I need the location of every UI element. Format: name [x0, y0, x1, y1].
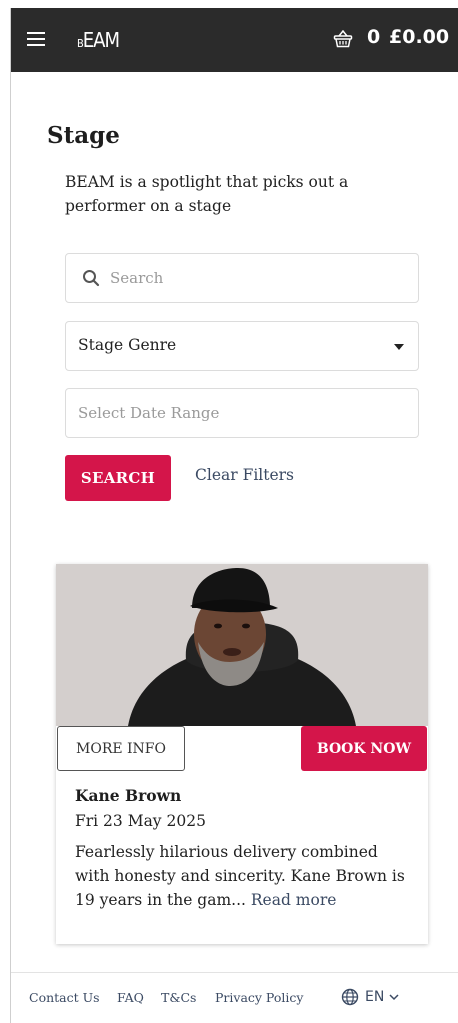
performer-name: Kane Brown [75, 786, 182, 805]
footer-divider [11, 972, 458, 973]
footer-link-privacy[interactable]: Privacy Policy [215, 990, 303, 1005]
book-now-button[interactable]: BOOK NOW [301, 726, 427, 771]
caret-down-icon [394, 344, 404, 350]
read-more-link[interactable]: Read more [251, 891, 337, 909]
search-icon [83, 270, 100, 287]
date-range-field[interactable] [65, 388, 419, 438]
more-info-button[interactable]: MORE INFO [57, 726, 185, 771]
footer-link-contact[interactable]: Contact Us [29, 990, 100, 1005]
language-selector[interactable]: EN [365, 989, 384, 1005]
stage-genre-select[interactable]: Stage Genre [65, 321, 419, 371]
footer-link-faq[interactable]: FAQ [117, 990, 144, 1005]
page-intro: BEAM is a spotlight that picks out a per… [65, 173, 349, 215]
search-input[interactable] [110, 266, 400, 290]
clear-filters-link[interactable]: Clear Filters [195, 466, 294, 484]
search-button[interactable]: SEARCH [65, 455, 171, 501]
event-card: MORE INFO BOOK NOW Kane Brown Fri 23 May… [56, 564, 428, 944]
app-frame: BEAM 0 £0.00 Stage BEAM is a spotlight t… [10, 8, 458, 1023]
basket-icon[interactable] [333, 30, 353, 48]
footer-link-tcs[interactable]: T&Cs [161, 990, 196, 1005]
search-field[interactable] [65, 253, 419, 303]
hamburger-menu-icon[interactable] [27, 32, 45, 46]
performer-image[interactable] [56, 564, 428, 726]
chevron-down-icon[interactable] [389, 993, 399, 1001]
page-title: Stage [47, 122, 120, 149]
globe-icon[interactable] [341, 988, 359, 1006]
cart-total[interactable]: £0.00 [389, 26, 449, 48]
top-header: BEAM 0 £0.00 [11, 8, 458, 72]
stage-genre-value: Stage Genre [78, 336, 177, 354]
date-range-input[interactable] [78, 401, 398, 425]
event-date: Fri 23 May 2025 [75, 812, 206, 830]
beam-logo[interactable]: BEAM [77, 30, 120, 54]
event-description: Fearlessly hilarious delivery combined w… [75, 840, 415, 912]
description-text: Fearlessly hilarious delivery combined w… [75, 843, 405, 909]
cart-count[interactable]: 0 [367, 26, 380, 48]
